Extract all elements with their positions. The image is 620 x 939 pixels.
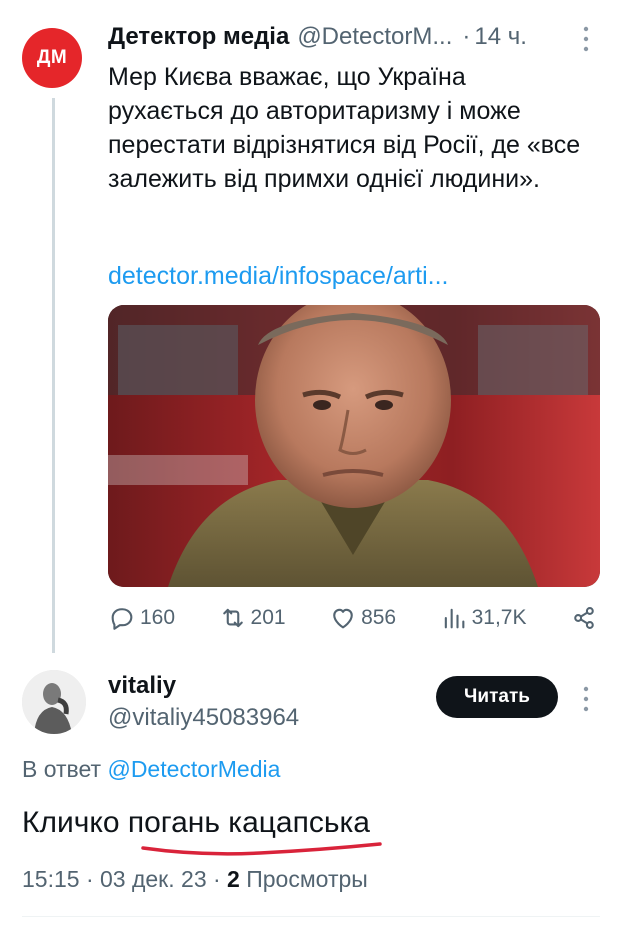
divider bbox=[22, 916, 600, 917]
vitaliy-avatar[interactable] bbox=[22, 670, 86, 734]
share-action[interactable] bbox=[570, 604, 598, 632]
man-photo-icon bbox=[108, 305, 600, 587]
follow-button[interactable]: Читать bbox=[436, 676, 558, 718]
author-name[interactable]: Детектор медіа bbox=[108, 23, 289, 51]
tweet-time[interactable]: 14 ч. bbox=[474, 23, 527, 51]
reply-to-line: В ответ @DetectorMedia bbox=[22, 756, 280, 783]
views-bar-chart-icon bbox=[444, 608, 464, 629]
reply-more-options-icon[interactable] bbox=[576, 684, 596, 714]
time-separator: · bbox=[462, 23, 471, 50]
heart-icon bbox=[333, 608, 353, 629]
views-action[interactable]: 31,7K bbox=[440, 604, 527, 632]
detector-media-avatar[interactable]: ДМ bbox=[22, 28, 82, 88]
article-image[interactable] bbox=[108, 305, 600, 587]
reply-icon bbox=[111, 608, 133, 630]
reply-text: Кличко погань кацапська bbox=[22, 806, 370, 839]
reply-views-label: Просмотры bbox=[246, 866, 368, 892]
like-count: 856 bbox=[361, 606, 397, 629]
article-link[interactable]: detector.media/infospace/arti... bbox=[108, 262, 448, 291]
retweet-action[interactable]: 201 bbox=[219, 604, 286, 632]
author-handle[interactable]: @DetectorM... bbox=[297, 23, 452, 51]
retweet-icon bbox=[222, 608, 243, 628]
share-icon bbox=[574, 607, 594, 629]
tweet-text: Мер Києва вважає, що Україна рухається д… bbox=[108, 63, 581, 193]
retweet-count: 201 bbox=[250, 606, 286, 629]
like-action[interactable]: 856 bbox=[329, 604, 396, 632]
tweet-actions: 160 201 856 31,7K bbox=[108, 600, 598, 636]
reply-action[interactable]: 160 bbox=[108, 604, 175, 632]
reply-meta: 15:15 · 03 дек. 23 · 2 Просмотры bbox=[22, 866, 368, 893]
avatar-initials: ДМ bbox=[36, 47, 68, 68]
reply-to-mention[interactable]: @DetectorMedia bbox=[107, 756, 280, 782]
thread-connector-line bbox=[52, 98, 55, 653]
reply-to-prefix: В ответ bbox=[22, 756, 102, 782]
user-photo-icon bbox=[22, 670, 86, 734]
reply-author-handle[interactable]: @vitaliy45083964 bbox=[108, 704, 299, 732]
reply-timestamp[interactable]: 15:15 · 03 дек. 23 · bbox=[22, 866, 221, 892]
more-options-icon[interactable] bbox=[576, 24, 596, 54]
views-count: 31,7K bbox=[471, 606, 527, 629]
reply-count: 160 bbox=[140, 606, 176, 629]
tweet-header: Детектор медіа @DetectorM... · 14 ч. bbox=[108, 20, 608, 54]
reply-views-count: 2 bbox=[227, 866, 240, 892]
reply-author-name[interactable]: vitaliy bbox=[108, 672, 176, 700]
red-handdrawn-underline bbox=[141, 842, 382, 856]
